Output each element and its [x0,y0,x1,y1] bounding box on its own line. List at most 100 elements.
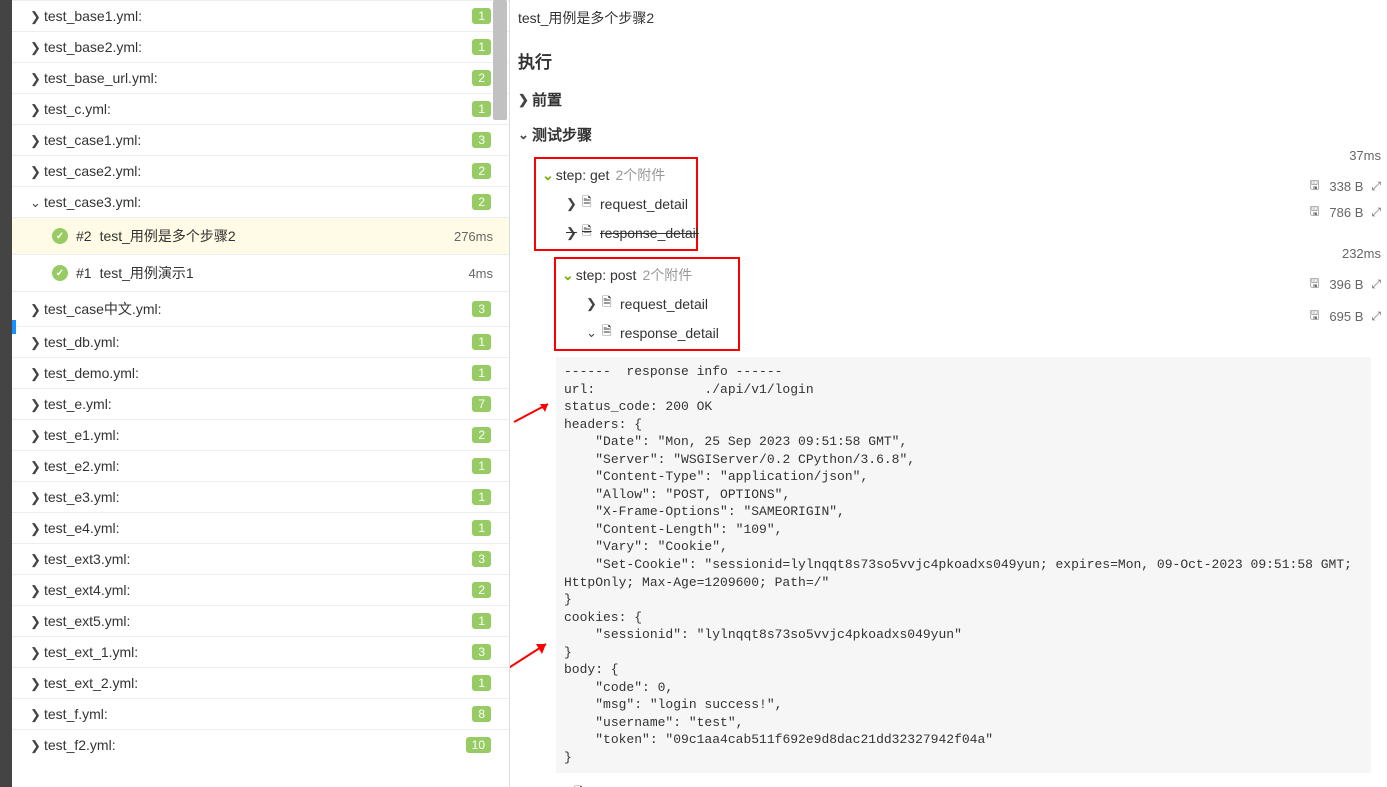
step2-response-detail[interactable]: ⌄ 🗎 response_detail [558,318,736,347]
expand-icon[interactable]: ⤢ [1371,277,1381,292]
step-label: step: post [576,267,637,283]
chevron-right-icon: ❯ [30,134,40,147]
count-badge: 7 [472,396,491,412]
save-icon[interactable]: 🖫 [1309,202,1321,223]
tree-item[interactable]: ❯test_ext_2.yml:1 [12,667,509,698]
section-before[interactable]: ❯ 前置 [516,85,1381,120]
save-icon[interactable]: 🖫 [1300,783,1312,787]
chevron-down-icon: ⌄ [30,196,40,209]
count-badge: 3 [472,644,491,660]
file-icon: 🗎 [602,322,614,343]
save-icon[interactable]: 🖫 [1309,176,1321,197]
expand-icon[interactable]: ⤢ [1371,205,1381,220]
tree-item-label: test_ext3.yml: [44,551,130,567]
save-icon[interactable]: 🖫 [1309,274,1321,295]
count-badge: 3 [472,551,491,567]
tree-child[interactable]: ✓#2test_用例是多个步骤2276ms [12,217,509,254]
count-badge: 1 [472,39,491,55]
tree-item[interactable]: ⌄test_case3.yml:2 [12,186,509,217]
tree-item-label: test_ext_1.yml: [44,644,138,660]
tree-sidebar: ❯test_base1.yml:1❯test_base2.yml:1❯test_… [12,0,510,787]
tree-item[interactable]: ❯test_ext4.yml:2 [12,574,509,605]
step2-time: 232ms [1342,246,1381,261]
chevron-right-icon: ❯ [30,41,40,54]
tree-item-label: test_demo.yml: [44,365,139,381]
test-name: test_用例是多个步骤2 [100,226,236,246]
chevron-right-icon: ❯ [586,297,596,310]
chevron-down-icon: ⌄ [562,267,574,284]
chevron-right-icon: ❯ [30,491,40,504]
tree-item-label: test_ext_2.yml: [44,675,138,691]
tree-item[interactable]: ❯ test_ext3.yml: 3 [12,543,509,574]
expand-icon[interactable]: ⤢ [1371,179,1381,194]
section-steps[interactable]: ⌄ 测试步骤 [516,120,1381,155]
execute-heading: 执行 [516,44,1381,85]
annotation-box-2: ⌄ step: post 2个附件 ❯ 🗎 request_detail ⌄ [554,257,740,351]
chevron-right-icon: ❯ [30,522,40,535]
tree-item-label: test_e1.yml: [44,427,119,443]
tree-item[interactable]: ❯test_case中文.yml:3 [12,291,509,326]
pass-icon: ✓ [52,265,68,281]
chevron-right-icon: ❯ [30,429,40,442]
tree-item-label: test_c.yml: [44,101,111,117]
chevron-down-icon: ⌄ [586,326,596,339]
log-row[interactable]: ❯ 🗎 log 🖫 3.6 KB ⤢ [534,777,1381,787]
pass-icon: ✓ [52,228,68,244]
chevron-right-icon: ❯ [30,646,40,659]
tree-item[interactable]: ❯test_e2.yml:1 [12,450,509,481]
chevron-right-icon: ❯ [518,93,528,106]
tree-item[interactable]: ❯ test_ext_1.yml: 3 [12,636,509,667]
chevron-right-icon: ❯ [30,398,40,411]
tree-item-label: test_base_url.yml: [44,70,158,86]
step-post-row[interactable]: ⌄ step: post 2个附件 [558,261,736,289]
tree-item-label: test_ext4.yml: [44,582,130,598]
save-icon[interactable]: 🖫 [1309,306,1321,327]
tree-item[interactable]: ❯test_case1.yml:3 [12,124,509,155]
section-before-label: 前置 [532,89,562,110]
file-icon: 🗎 [582,222,594,243]
count-badge: 2 [472,70,491,86]
tree-item[interactable]: ❯ test_base1.yml: 1 [12,0,509,31]
tree-item[interactable]: ❯test_c.yml:1 [12,93,509,124]
size-label: 695 B [1329,309,1363,324]
tree-item[interactable]: ❯test_e3.yml:1 [12,481,509,512]
sub-label: request_detail [620,296,708,312]
step1-response-detail[interactable]: ❯ 🗎 response_detail [538,218,694,247]
tree-item[interactable]: ❯test_e.yml:7 [12,388,509,419]
tree-item[interactable]: ❯ test_f2.yml: 10 [12,729,509,760]
count-badge: 1 [472,458,491,474]
tree-item-label: test_case3.yml: [44,194,141,210]
tree-item[interactable]: ❯test_base2.yml:1 [12,31,509,62]
chevron-right-icon: ❯ [30,677,40,690]
chevron-right-icon: ❯ [30,10,40,23]
expand-icon[interactable]: ⤢ [1371,309,1381,324]
step1-request-detail[interactable]: ❯ 🗎 request_detail [538,189,694,218]
tree-item[interactable]: ❯test_base_url.yml:2 [12,62,509,93]
tree-item-label: test_f2.yml: [44,737,116,753]
chevron-down-icon: ⌄ [542,167,554,184]
chevron-right-icon: ❯ [30,367,40,380]
tree-item[interactable]: ❯ test_e1.yml: 2 [12,419,509,450]
tree-item[interactable]: ❯test_ext5.yml:1 [12,605,509,636]
sidebar-scrollbar[interactable] [493,0,507,120]
tree-item[interactable]: ❯test_case2.yml:2 [12,155,509,186]
count-badge: 2 [472,427,491,443]
test-index: #1 [76,265,92,281]
tree-item-label: test_base1.yml: [44,8,142,24]
tree-item-label: test_f.yml: [44,706,108,722]
attach-count: 2个附件 [615,165,665,185]
attach-count: 2个附件 [642,265,692,285]
tree-child[interactable]: ✓#1test_用例演示14ms [12,254,509,291]
tree-item[interactable]: ❯test_f.yml:8 [12,698,509,729]
chevron-down-icon: ⌄ [518,128,528,141]
chevron-right-icon: ❯ [30,739,40,752]
count-badge: 1 [472,8,491,24]
count-badge: 10 [466,737,491,753]
tree-item[interactable]: ❯test_e4.yml:1 [12,512,509,543]
tree-item[interactable]: ❯test_demo.yml:1 [12,357,509,388]
tree-item[interactable]: ❯test_db.yml:1 [12,326,509,357]
step2-request-detail[interactable]: ❯ 🗎 request_detail [558,289,736,318]
chevron-right-icon: ❯ [30,103,40,116]
chevron-right-icon: ❯ [30,553,40,566]
step-get-row[interactable]: ⌄ step: get 2个附件 [538,161,694,189]
